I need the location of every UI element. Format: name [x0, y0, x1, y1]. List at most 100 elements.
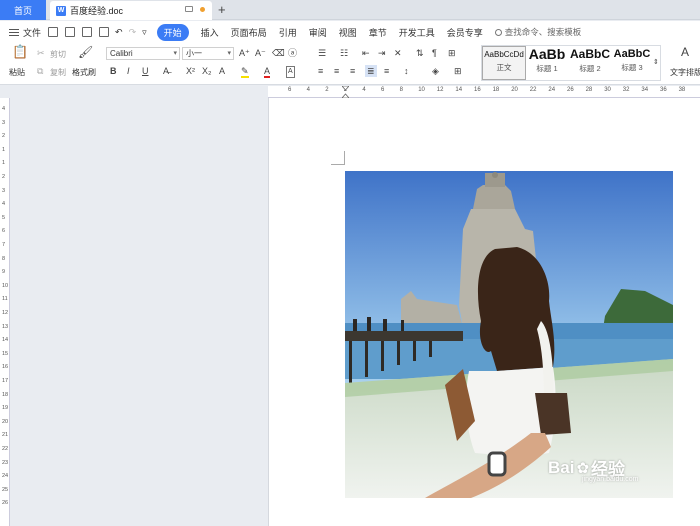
clear-format-icon[interactable]: ⌫	[272, 48, 285, 58]
style-sample: AaBb	[528, 46, 566, 62]
menu-tab-member[interactable]: 会员专享	[447, 26, 483, 39]
ruler-tick-label: 15	[2, 350, 9, 357]
export-pdf-icon[interactable]	[65, 27, 76, 37]
style-sample: AaBbCcDd	[484, 50, 524, 59]
highlight-icon[interactable]: ✎	[241, 66, 249, 78]
style-scroll-icon[interactable]: ⇕	[653, 58, 659, 68]
borders-icon[interactable]: ⊞	[454, 66, 462, 76]
paste-button[interactable]: 粘贴	[9, 67, 25, 78]
command-search-label: 查找命令、搜索模板	[504, 27, 582, 37]
superscript-icon[interactable]: X²	[186, 66, 195, 76]
style-name: 标题 1	[536, 64, 558, 73]
command-search[interactable]: 查找命令、搜索模板	[494, 26, 582, 38]
vertical-ruler[interactable]: 4 3 2 1 1 2 3 4 5 6 7 8 9 10 11 12 13 14 15 16 17 18 19 20 21 22 2…	[0, 98, 10, 526]
cut-icon[interactable]: ✂	[37, 48, 45, 58]
style-name: 正文	[496, 63, 512, 72]
ruler-tick-label: 8	[399, 87, 403, 93]
menu-tab-insert[interactable]: 插入	[201, 26, 219, 39]
save-icon[interactable]	[48, 27, 59, 37]
increase-indent-icon[interactable]: ⇥	[378, 48, 386, 58]
chinese-layout-icon[interactable]: ✕	[394, 48, 402, 58]
font-family-select[interactable]: Calibri	[106, 47, 180, 60]
ruler-tick-label: 3	[2, 119, 6, 126]
style-name: 标题 3	[621, 63, 643, 72]
hamburger-icon[interactable]	[9, 28, 19, 36]
shading-icon[interactable]: ◈	[432, 66, 439, 76]
menu-tab-section[interactable]: 章节	[369, 26, 387, 39]
menu-tab-home[interactable]: 开始	[156, 23, 189, 41]
ruler-tick-label: 14	[2, 337, 9, 344]
ruler-tick-label: 2	[2, 174, 6, 180]
tab-bar: 首页 W 百度经验.doc +	[0, 0, 700, 20]
indent-marker-icon[interactable]	[342, 86, 349, 98]
align-right-icon[interactable]: ≡	[350, 66, 355, 76]
font-size-select[interactable]: 小一	[182, 47, 234, 60]
align-center-icon[interactable]: ≡	[334, 66, 339, 76]
print-icon[interactable]	[82, 27, 93, 37]
text-effect-icon[interactable]: A	[219, 66, 225, 76]
print-preview-icon[interactable]	[99, 27, 110, 37]
baidu-watermark: Bai ✿ 经验 jingyan.baidu.com	[548, 455, 638, 484]
menu-tab-developer[interactable]: 开发工具	[399, 26, 435, 39]
italic-icon[interactable]: I	[127, 66, 130, 76]
text-layout-icon[interactable]: A	[681, 46, 689, 58]
menu-tab-view[interactable]: 视图	[339, 26, 357, 39]
text-layout-button[interactable]: 文字排版	[670, 67, 700, 78]
cut-button[interactable]: 剪切	[50, 49, 66, 60]
redo-icon[interactable]: ↷	[129, 27, 137, 38]
copy-icon[interactable]: ⧉	[37, 66, 43, 76]
align-left-icon[interactable]: ≡	[318, 66, 323, 76]
bold-icon[interactable]: B	[110, 66, 117, 76]
numbered-list-icon[interactable]: ☷	[340, 48, 348, 58]
horizontal-ruler[interactable]: 6422468101214161820222426283032343638	[268, 86, 700, 98]
style-heading-2[interactable]: AaBbC 标题 2	[568, 46, 612, 80]
format-painter-icon[interactable]: 🖌	[78, 46, 93, 58]
copy-button[interactable]: 复制	[50, 67, 66, 78]
format-painter-button[interactable]: 格式刷	[72, 67, 96, 78]
ruler-tick-label: 18	[492, 87, 500, 93]
subscript-icon[interactable]: X₂	[202, 66, 212, 76]
undo-icon[interactable]: ↶	[115, 27, 123, 38]
home-tab[interactable]: 首页	[0, 0, 46, 20]
style-heading-3[interactable]: AaBbC 标题 3	[612, 46, 652, 80]
paste-icon[interactable]: 📋	[12, 45, 28, 58]
grow-font-icon[interactable]: A⁺	[239, 48, 250, 58]
ruler-tick-label: 10	[2, 282, 9, 289]
line-spacing-icon[interactable]: ↕	[404, 66, 409, 76]
ruler-tick-label: 32	[622, 87, 630, 93]
font-color-icon[interactable]: A	[264, 66, 271, 78]
ruler-tick-label: 6	[381, 87, 385, 93]
customize-toolbar-icon[interactable]: ▿	[142, 27, 147, 38]
ruler-tick-label: 6	[288, 87, 292, 93]
phonetic-guide-icon[interactable]: ⓐ	[288, 48, 297, 58]
style-normal[interactable]: AaBbCcDd 正文	[482, 46, 526, 80]
ruler-tick-label: 4	[2, 201, 6, 208]
grid-toggle-icon[interactable]: ⊞	[448, 48, 456, 58]
watermark-brand: Bai	[548, 457, 575, 477]
underline-icon[interactable]: U	[142, 66, 149, 76]
ruler-tick-label: 26	[2, 500, 9, 507]
ruler-tick-label: 1	[2, 146, 6, 153]
char-border-icon[interactable]: A	[286, 66, 295, 78]
menu-file[interactable]: 文件	[23, 26, 41, 39]
justify-icon[interactable]: ≣	[365, 65, 377, 77]
show-marks-icon[interactable]: ¶	[432, 48, 437, 58]
monitor-icon[interactable]	[185, 6, 193, 12]
menu-tab-references[interactable]: 引用	[279, 26, 297, 39]
inserted-photo[interactable]	[345, 171, 673, 498]
distribute-icon[interactable]: ≡	[384, 66, 389, 76]
menu-tab-page-layout[interactable]: 页面布局	[231, 26, 267, 39]
strikethrough-icon[interactable]: A̶	[163, 66, 169, 76]
shrink-font-icon[interactable]: A⁻	[255, 48, 266, 58]
decrease-indent-icon[interactable]: ⇤	[362, 48, 370, 58]
new-tab-button[interactable]: +	[218, 2, 226, 17]
menu-tab-review[interactable]: 审阅	[309, 26, 327, 39]
ruler-tick-label: 14	[455, 87, 463, 93]
ribbon: 📋 粘贴 ✂ 剪切 ⧉ 复制 🖌 格式刷 Calibri 小一 A⁺ A⁻ ⌫ …	[0, 43, 700, 85]
ruler-tick-label: 26	[567, 87, 574, 93]
style-gallery: AaBbCcDd 正文 AaBb 标题 1 AaBbC 标题 2 AaBbC 标…	[481, 45, 661, 81]
bullet-list-icon[interactable]: ☰	[318, 48, 326, 58]
sort-icon[interactable]: ⇅	[416, 48, 424, 58]
style-heading-1[interactable]: AaBb 标题 1	[526, 46, 568, 80]
ruler-tick-label: 24	[548, 87, 556, 93]
